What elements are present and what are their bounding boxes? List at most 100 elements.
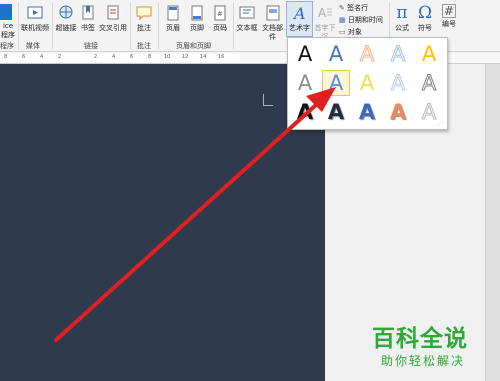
wordart-style-blue-outline[interactable]: A — [385, 71, 411, 96]
wordart-icon: A — [292, 4, 306, 22]
omega-icon: Ω — [417, 3, 433, 23]
number-icon: # — [442, 4, 456, 18]
ruler-tick: 10 — [164, 54, 171, 60]
dropcap-button[interactable]: A 首字下沉 — [313, 4, 337, 41]
wordart-style-gray-outline[interactable]: A — [416, 71, 442, 96]
textbox-label: 文本框 — [236, 24, 258, 32]
office-apps-button[interactable]: ice 程序 — [0, 4, 16, 40]
online-video-button[interactable]: 联机视频 — [20, 4, 50, 40]
header-button[interactable]: 页眉 — [161, 4, 185, 40]
margin-corner-mark — [263, 94, 273, 106]
wordart-gallery: AAAAAAAAAAAAAAA ⋰ — [287, 37, 448, 130]
datetime-button[interactable]: ▦ 日期和时间 — [339, 15, 383, 25]
symbol-button[interactable]: Ω 符号 — [414, 4, 436, 40]
object-button[interactable]: ▭ 对象 — [339, 27, 362, 37]
wordart-style-dark-shadow[interactable]: A — [323, 100, 349, 124]
object-label: 对象 — [347, 28, 362, 36]
comment-icon — [136, 6, 152, 21]
ruler-tick: 8 — [148, 54, 152, 60]
bookmark-icon — [82, 5, 94, 20]
ruler-tick: 16 — [218, 54, 225, 60]
signature-line-label: 签名行 — [347, 4, 369, 12]
group-label-program: 程序 — [0, 42, 14, 50]
signature-line-button[interactable]: ✎ 签名行 — [339, 3, 368, 13]
bookmark-label: 书签 — [81, 24, 95, 32]
ruler-tick: 4 — [40, 54, 44, 60]
wordart-style-gray-gradient[interactable]: A — [292, 71, 318, 95]
comment-button[interactable]: 批注 — [133, 4, 155, 40]
office-apps-label: ice 程序 — [1, 22, 15, 39]
svg-text:A: A — [318, 6, 327, 20]
wordart-style-black-shadow[interactable]: A — [292, 100, 318, 124]
divider — [233, 3, 234, 49]
cross-reference-label: 交叉引用 — [99, 24, 127, 32]
hyperlink-label: 超链接 — [55, 24, 77, 32]
vertical-scrollbar[interactable] — [485, 64, 500, 381]
symbol-label: 符号 — [418, 24, 432, 32]
ruler-tick: 6 — [22, 54, 26, 60]
divider — [158, 3, 159, 49]
wordart-style-orange-bevel[interactable]: A — [385, 100, 411, 124]
object-icon: ▭ — [339, 28, 346, 36]
wordart-style-blue-fill[interactable]: A — [323, 42, 349, 66]
footer-button[interactable]: 页脚 — [186, 4, 208, 40]
comment-label: 批注 — [137, 24, 151, 32]
textbox-icon — [239, 6, 255, 19]
wordart-style-black-plain[interactable]: A — [292, 42, 318, 66]
watermark-title: 百科全说 — [372, 326, 468, 352]
datetime-label: 日期和时间 — [347, 16, 383, 24]
divider — [18, 3, 19, 49]
ruler-tick: 6 — [130, 54, 134, 60]
document-page[interactable] — [0, 64, 325, 381]
ruler-tick: 14 — [200, 54, 207, 60]
divider — [52, 3, 53, 49]
ruler-tick: 8 — [4, 54, 8, 60]
wordart-style-blue-gradient[interactable]: A — [322, 70, 350, 96]
quick-parts-label: 文档部件 — [262, 24, 283, 41]
textbox-button[interactable]: 文本框 — [236, 4, 258, 40]
bookmark-button[interactable]: 书签 — [79, 4, 97, 40]
equation-button[interactable]: π 公式 — [391, 4, 413, 40]
video-icon — [27, 6, 43, 19]
wordart-style-orange-outline[interactable]: A — [354, 42, 380, 67]
calendar-icon: ▦ — [339, 16, 346, 24]
footer-icon — [191, 5, 203, 21]
resize-grip-icon[interactable]: ⋰ — [438, 120, 444, 127]
page-number-label: 页码 — [213, 24, 227, 32]
online-video-label: 联机视频 — [21, 24, 49, 32]
hyperlink-button[interactable]: 超链接 — [54, 4, 78, 40]
ruler-tick: 2 — [58, 54, 62, 60]
quick-parts-button[interactable]: 文档部件 — [259, 4, 286, 41]
divider — [130, 3, 131, 49]
store-icon — [0, 4, 12, 20]
svg-text:#: # — [217, 10, 223, 18]
header-icon — [167, 5, 179, 21]
group-label-media: 媒体 — [26, 42, 40, 50]
wordart-button[interactable]: A 艺术字 — [286, 1, 313, 37]
ruler-tick: 2 — [94, 54, 98, 60]
equation-label: 公式 — [395, 24, 409, 32]
number-button[interactable]: # 编号 — [438, 4, 460, 40]
ruler-tick: 4 — [112, 54, 116, 60]
wordart-label: 艺术字 — [289, 24, 310, 32]
number-label: 编号 — [442, 20, 456, 28]
pen-icon: ✎ — [339, 4, 345, 12]
globe-link-icon — [59, 5, 73, 19]
pi-icon: π — [396, 3, 408, 23]
group-label-links: 链接 — [84, 42, 98, 50]
svg-text:A: A — [292, 4, 306, 22]
watermark-subtitle: 助你轻松解决 — [381, 354, 466, 368]
wordart-style-blue-outline-light[interactable]: A — [385, 42, 411, 67]
dropcap-icon: A — [318, 6, 332, 20]
page-number-button[interactable]: # 页码 — [209, 4, 231, 40]
wordart-style-gold-fill[interactable]: A — [416, 42, 442, 66]
header-label: 页眉 — [166, 24, 180, 32]
group-label-comments: 批注 — [137, 42, 151, 50]
wordart-style-yellow-gradient[interactable]: A — [354, 71, 380, 95]
page-number-icon: # — [214, 5, 226, 21]
cross-reference-icon — [107, 5, 119, 20]
cross-reference-button[interactable]: 交叉引用 — [98, 4, 128, 40]
footer-label: 页脚 — [190, 24, 204, 32]
group-label-header-footer: 页眉和页脚 — [176, 42, 211, 50]
wordart-style-blue-bevel[interactable]: A — [354, 100, 380, 124]
